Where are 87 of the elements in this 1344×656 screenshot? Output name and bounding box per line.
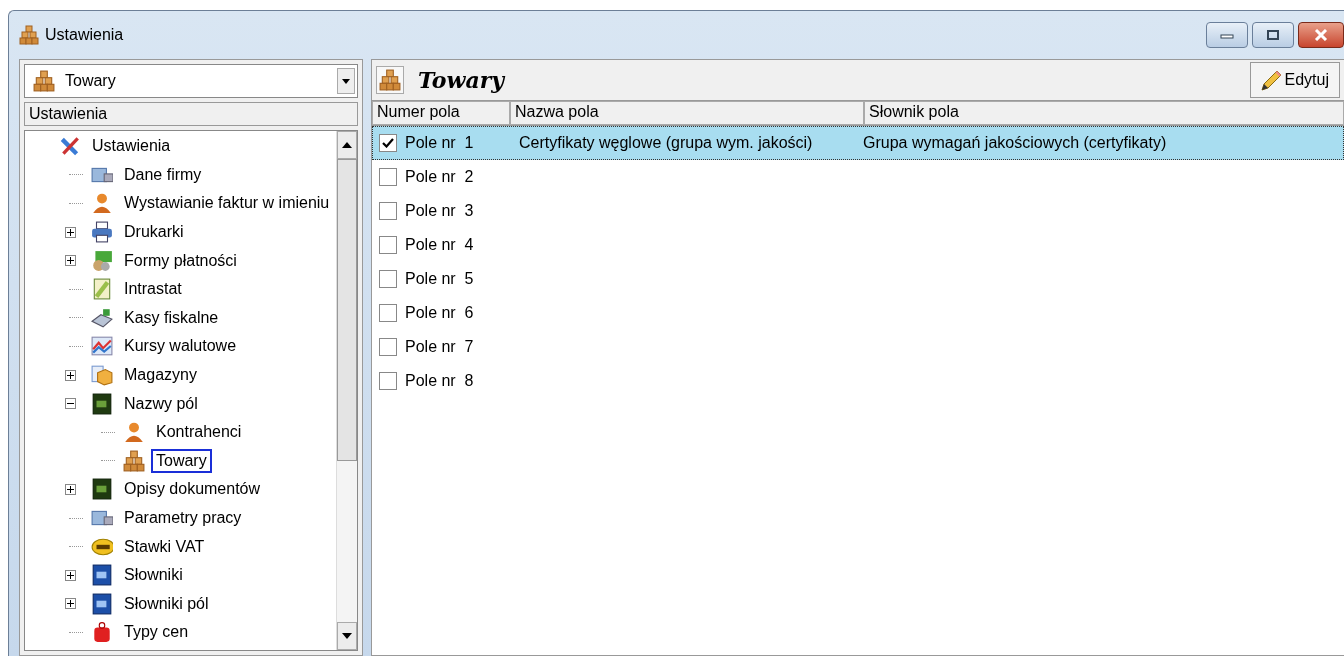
table-cell: Grupa wymagań jakościowych (certyfikaty) (863, 134, 1167, 152)
cash-register-icon (91, 306, 113, 329)
document-icon (91, 278, 113, 301)
tree-item[interactable]: Stawki VAT (119, 534, 210, 559)
checkbox[interactable] (379, 270, 397, 288)
table-cell: Pole nr 2 (405, 168, 474, 186)
scrollbar-thumb[interactable] (337, 159, 357, 461)
expand-icon[interactable] (65, 569, 76, 581)
column-header[interactable]: Nazwa pola (510, 101, 864, 125)
table-row[interactable]: Pole nr 8 (372, 364, 1344, 398)
person-icon (91, 192, 113, 215)
column-header[interactable]: Słownik pola (864, 101, 1344, 125)
table-cell: Pole nr 6 (405, 304, 474, 322)
checkbox[interactable] (379, 338, 397, 356)
boxes-icon (376, 66, 404, 94)
tree-item[interactable]: Dane firmy (119, 162, 207, 187)
column-header[interactable]: Numer pola (372, 101, 510, 125)
tree-item[interactable]: Nazwy pól (119, 391, 203, 416)
checkbox[interactable] (379, 236, 397, 254)
tree-item[interactable]: Towary (151, 448, 212, 473)
tree-item[interactable]: Opisy dokumentów (119, 477, 266, 502)
edit-button[interactable]: Edytuj (1249, 62, 1340, 98)
maximize-icon (1266, 29, 1280, 41)
tree-item[interactable]: Kursy walutowe (119, 334, 242, 359)
scroll-down-icon (342, 633, 352, 639)
boxes-icon (123, 449, 145, 472)
table-cell: Pole nr 8 (405, 372, 474, 390)
book-icon (91, 592, 113, 615)
checkbox[interactable] (379, 134, 397, 152)
tree-item[interactable]: Kontrahenci (151, 420, 247, 445)
close-icon (1313, 29, 1329, 41)
tree-item[interactable]: Intrastat (119, 277, 187, 302)
printer-icon (91, 221, 113, 244)
expand-icon[interactable] (65, 483, 76, 495)
person-icon (123, 421, 145, 444)
checkbox[interactable] (379, 202, 397, 220)
tree-item[interactable]: Typy cen (119, 620, 194, 645)
category-dropdown[interactable]: Towary (24, 64, 358, 98)
tree-item[interactable]: Magazyny (119, 363, 202, 388)
table-cell: Certyfikaty węglowe (grupa wym. jakości) (519, 134, 813, 152)
tag-icon (91, 621, 113, 644)
collapse-icon[interactable] (65, 398, 76, 410)
money-icon (91, 249, 113, 272)
expand-icon[interactable] (65, 598, 76, 610)
table-row[interactable]: Pole nr 6 (372, 296, 1344, 330)
tree-item[interactable]: Parametry pracy (119, 506, 247, 530)
tree-item[interactable]: Formy płatności (119, 248, 242, 273)
box-icon (91, 364, 113, 387)
tree-item[interactable]: Słowniki pól (119, 591, 214, 616)
panel-title: Towary (418, 67, 505, 93)
tools-icon (59, 135, 81, 158)
column-header: Ustawienia (24, 102, 358, 126)
book-icon (91, 478, 113, 501)
maximize-button[interactable] (1252, 22, 1294, 48)
tree-item[interactable]: Wystawianie faktur w imieniu (119, 191, 335, 216)
table-row[interactable]: Pole nr 5 (372, 262, 1344, 296)
window-title: Ustawienia (45, 26, 124, 44)
pencil-icon (1258, 68, 1283, 92)
table-row[interactable]: Pole nr 4 (372, 228, 1344, 262)
window-app-icon (19, 25, 39, 45)
expand-icon[interactable] (65, 369, 76, 381)
table-cell: Pole nr 5 (405, 270, 474, 288)
expand-icon[interactable] (65, 255, 76, 267)
checkbox[interactable] (379, 168, 397, 186)
table-cell: Pole nr 7 (405, 338, 474, 356)
checkbox[interactable] (379, 372, 397, 390)
table-row[interactable]: Pole nr 3 (372, 194, 1344, 228)
expand-icon[interactable] (65, 226, 76, 238)
table-row[interactable]: Pole nr 7 (372, 330, 1344, 364)
table-cell: Pole nr 4 (405, 236, 474, 254)
table-row[interactable]: Pole nr 1 Certyfikaty węglowe (grupa wym. jakości) Grupa wymagań jakościowych (certyfikaty) (372, 126, 1344, 160)
book-icon (91, 392, 113, 415)
table-row[interactable]: Pole nr 2 (372, 160, 1344, 194)
boxes-icon (33, 70, 55, 92)
tree-item[interactable]: Ustawienia (87, 134, 176, 159)
tree-item[interactable]: Słowniki (119, 563, 188, 588)
vertical-scrollbar[interactable] (336, 131, 357, 650)
close-button[interactable] (1298, 22, 1344, 48)
checkbox[interactable] (379, 304, 397, 322)
table-cell: Pole nr 3 (405, 202, 474, 220)
chart-icon (91, 335, 113, 358)
tree-item[interactable]: Kasy fiskalne (119, 305, 224, 330)
table-cell: Pole nr 1 (405, 134, 474, 152)
book-icon (91, 564, 113, 587)
scroll-up-icon (342, 142, 352, 148)
minimize-button[interactable] (1206, 22, 1248, 48)
tree-item[interactable]: Drukarki (119, 220, 189, 245)
